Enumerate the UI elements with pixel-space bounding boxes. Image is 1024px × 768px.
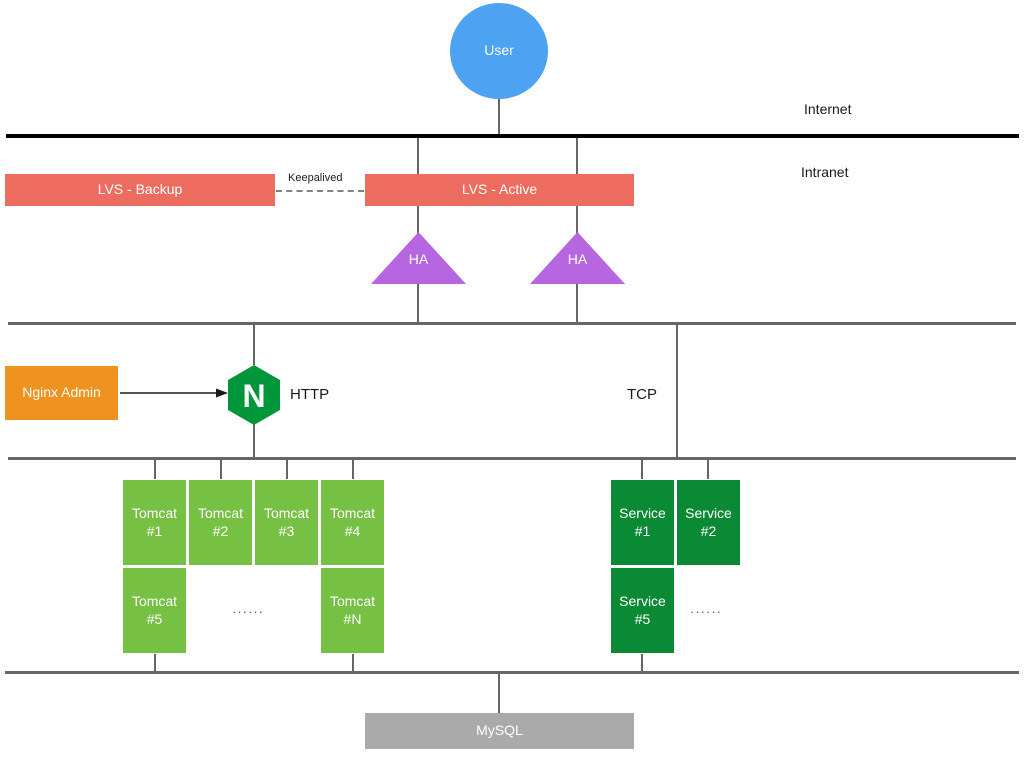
service-node-5-label: Service #5: [619, 593, 666, 627]
user-node-label: User: [484, 42, 514, 59]
internet-intranet-divider: [6, 134, 1019, 138]
connector-service-5-to-db-bus: [641, 654, 643, 672]
ha-left-label: HA: [408, 251, 429, 267]
service-node-2[interactable]: Service #2: [676, 479, 741, 566]
connector-lower-bus-to-tomcat-3: [286, 460, 288, 479]
tomcat-node-n-label: Tomcat #N: [329, 593, 376, 627]
connector-user-to-internet: [498, 99, 500, 135]
lower-bus-line: [8, 457, 1016, 460]
lvs-active-node[interactable]: LVS - Active: [365, 174, 634, 206]
connector-lower-bus-to-tomcat-4: [352, 460, 354, 479]
tomcat-node-1-label: Tomcat #1: [131, 505, 178, 539]
svg-text:N: N: [242, 378, 265, 414]
service-node-1[interactable]: Service #1: [610, 479, 675, 566]
ha-right-label: HA: [567, 251, 588, 267]
service-ellipsis: ······: [690, 604, 722, 619]
database-bus-line: [5, 671, 1019, 674]
tomcat-node-2-label: Tomcat #2: [197, 505, 244, 539]
connector-lower-bus-to-tomcat-2: [220, 460, 222, 479]
mysql-node[interactable]: MySQL: [365, 713, 634, 749]
nginx-admin-arrow: [120, 386, 228, 400]
connector-db-bus-to-mysql: [498, 674, 500, 713]
connector-divider-to-lvs-active-right: [576, 138, 578, 174]
connector-divider-to-lvs-active-left: [417, 138, 419, 174]
http-protocol-label: HTTP: [290, 386, 330, 403]
connector-tomcat-5-to-db-bus: [154, 654, 156, 672]
user-node[interactable]: User: [450, 3, 548, 99]
lvs-backup-node[interactable]: LVS - Backup: [5, 174, 275, 206]
lvs-active-label: LVS - Active: [461, 181, 538, 198]
connector-lower-bus-to-service-2: [707, 460, 709, 479]
tomcat-ellipsis: ······: [232, 604, 264, 619]
tcp-protocol-label: TCP: [627, 386, 657, 403]
connector-bus-to-nginx: [253, 325, 255, 365]
tomcat-node-5-label: Tomcat #5: [131, 593, 178, 627]
tomcat-node-3[interactable]: Tomcat #3: [254, 479, 319, 566]
intranet-zone-label: Intranet: [801, 164, 849, 180]
connector-nginx-to-lower-bus: [253, 424, 255, 458]
connector-bus-to-tcp: [676, 325, 678, 458]
nginx-admin-node[interactable]: Nginx Admin: [5, 366, 118, 420]
connector-lower-bus-to-tomcat-1: [154, 460, 156, 479]
nginx-admin-label: Nginx Admin: [22, 384, 101, 401]
tomcat-node-2[interactable]: Tomcat #2: [188, 479, 253, 566]
keepalived-link-label: Keepalived: [288, 172, 343, 184]
tomcat-node-3-label: Tomcat #3: [263, 505, 310, 539]
lvs-backup-label: LVS - Backup: [97, 181, 183, 198]
tomcat-node-4-label: Tomcat #4: [329, 505, 376, 539]
tomcat-node-4[interactable]: Tomcat #4: [320, 479, 385, 566]
service-node-5[interactable]: Service #5: [610, 567, 675, 654]
ha-left-node[interactable]: HA: [371, 232, 466, 284]
tomcat-node-1[interactable]: Tomcat #1: [122, 479, 187, 566]
internet-zone-label: Internet: [804, 101, 852, 117]
upper-bus-line: [8, 322, 1016, 325]
service-node-2-label: Service #2: [685, 505, 732, 539]
mysql-label: MySQL: [476, 722, 523, 739]
connector-tomcat-n-to-db-bus: [352, 654, 354, 672]
ha-right-node[interactable]: HA: [530, 232, 625, 284]
architecture-diagram: Internet User Intranet LVS - Backup Keep…: [0, 0, 1024, 768]
tomcat-node-n[interactable]: Tomcat #N: [320, 567, 385, 654]
connector-lower-bus-to-service-1: [641, 460, 643, 479]
tomcat-node-5[interactable]: Tomcat #5: [122, 567, 187, 654]
nginx-logo-icon[interactable]: N: [226, 365, 282, 425]
keepalived-dashed-line: [276, 190, 364, 192]
service-node-1-label: Service #1: [619, 505, 666, 539]
